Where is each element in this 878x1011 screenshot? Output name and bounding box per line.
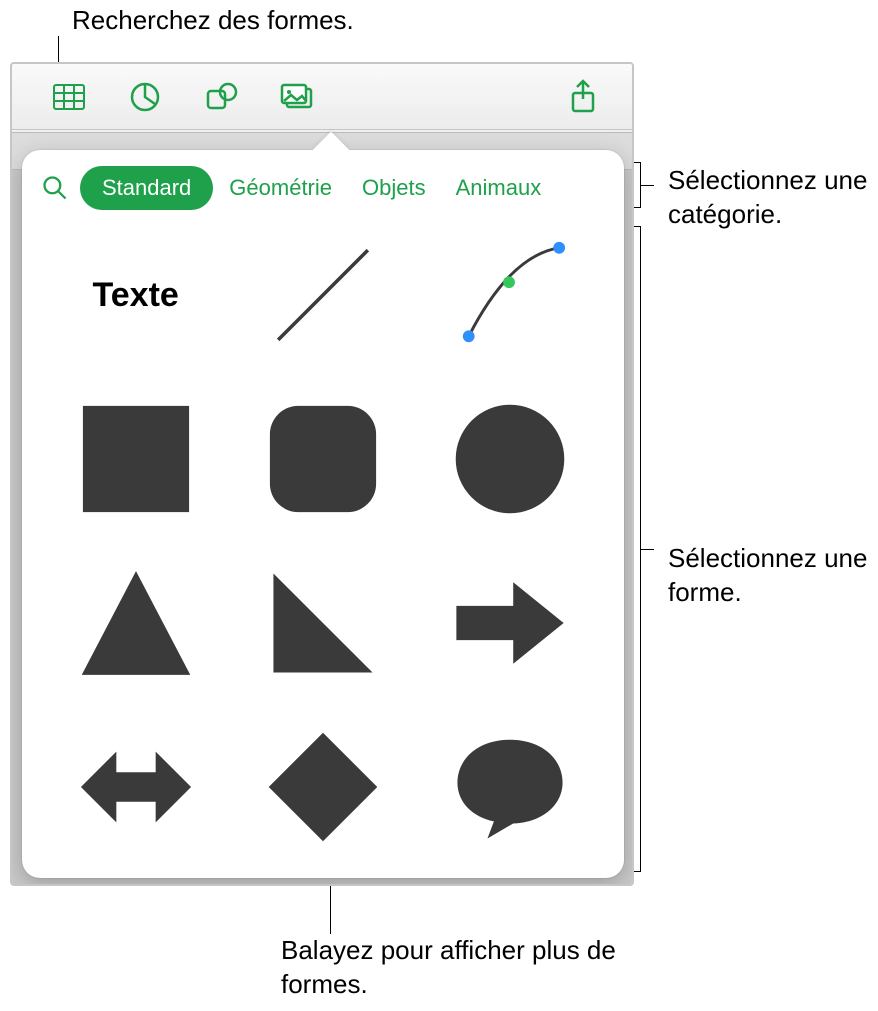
search-icon [41, 174, 69, 202]
shape-ligne[interactable] [255, 230, 390, 360]
shape-triangle[interactable] [68, 558, 203, 688]
callout-shape: Sélectionnez une forme. [668, 542, 868, 610]
shape-triangle-rectangle[interactable] [255, 558, 390, 688]
toolbar-shape-button[interactable] [194, 72, 248, 122]
app-window: Standard Géométrie Objets Animaux Texte [10, 62, 634, 886]
toolbar-share-button[interactable] [556, 72, 610, 122]
shape-losange[interactable] [255, 722, 390, 852]
chart-icon [125, 77, 165, 117]
triangle-rectangle-icon [264, 564, 382, 682]
shape-carre[interactable] [68, 394, 203, 524]
ligne-icon [264, 236, 382, 354]
shape-texte[interactable]: Texte [68, 230, 203, 360]
callout-shape-bracket [640, 226, 641, 872]
callout-category-bracket [640, 162, 641, 208]
toolbar-image-button[interactable] [270, 72, 324, 122]
search-button[interactable] [36, 169, 74, 207]
shape-fleche-droite[interactable] [443, 558, 578, 688]
callout-category: Sélectionnez une catégorie. [668, 164, 868, 232]
shape-cercle[interactable] [443, 394, 578, 524]
callout-category-text: Sélectionnez une catégorie. [668, 165, 867, 229]
toolbar-chart-button[interactable] [118, 72, 172, 122]
cercle-icon [451, 400, 569, 518]
category-tab-animaux[interactable]: Animaux [442, 166, 556, 210]
courbe-icon [451, 236, 569, 354]
losange-icon [264, 728, 382, 846]
shape-double-fleche[interactable] [68, 722, 203, 852]
shapes-grid[interactable]: Texte [68, 220, 578, 878]
callout-swipe: Balayez pour afficher plus de formes. [281, 934, 641, 1002]
callout-shape-text: Sélectionnez une forme. [668, 543, 867, 607]
category-tab-standard[interactable]: Standard [80, 166, 213, 210]
shape-icon [201, 77, 241, 117]
texte-label: Texte [93, 276, 179, 315]
toolbar-table-button[interactable] [42, 72, 96, 122]
triangle-icon [77, 564, 195, 682]
bulle-icon [451, 728, 569, 846]
carre-icon [77, 400, 195, 518]
category-tab-geometrie[interactable]: Géométrie [215, 166, 346, 210]
fleche-droite-icon [451, 564, 569, 682]
share-icon [563, 77, 603, 117]
shape-bulle[interactable] [443, 722, 578, 852]
carre-arrondi-icon [264, 400, 382, 518]
table-icon [49, 77, 89, 117]
shape-courbe-editable[interactable] [443, 230, 578, 360]
shapes-popover: Standard Géométrie Objets Animaux Texte [22, 150, 624, 878]
shape-carre-arrondi[interactable] [255, 394, 390, 524]
toolbar [12, 64, 632, 130]
callout-search: Recherchez des formes. [72, 4, 354, 38]
callout-swipe-text: Balayez pour afficher plus de formes. [281, 935, 616, 999]
double-fleche-icon [77, 728, 195, 846]
category-tab-objets[interactable]: Objets [348, 166, 440, 210]
image-icon [277, 77, 317, 117]
popover-header: Standard Géométrie Objets Animaux [22, 150, 624, 220]
